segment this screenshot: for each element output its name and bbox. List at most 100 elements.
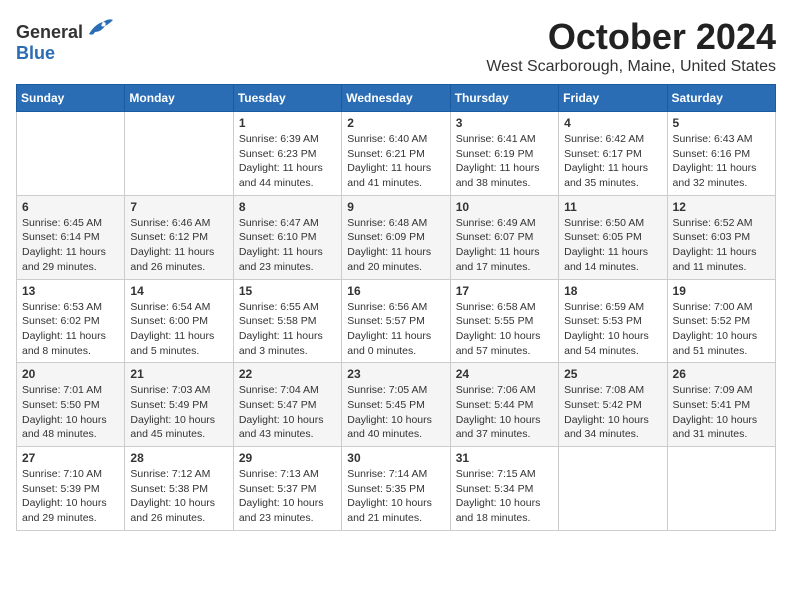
title-area: October 2024 West Scarborough, Maine, Un… (486, 16, 776, 76)
calendar-cell: 22 Sunrise: 7:04 AM Sunset: 5:47 PM Dayli… (233, 363, 341, 447)
calendar-cell: 30 Sunrise: 7:14 AM Sunset: 5:35 PM Dayli… (342, 447, 450, 531)
calendar-cell: 20 Sunrise: 7:01 AM Sunset: 5:50 PM Dayli… (17, 363, 125, 447)
day-info: Sunrise: 6:50 AM Sunset: 6:05 PM Dayligh… (564, 216, 661, 275)
day-number: 15 (239, 284, 336, 298)
day-number: 9 (347, 200, 444, 214)
calendar-cell: 7 Sunrise: 6:46 AM Sunset: 6:12 PM Daylig… (125, 195, 233, 279)
day-info: Sunrise: 7:04 AM Sunset: 5:47 PM Dayligh… (239, 383, 336, 442)
calendar-cell (125, 112, 233, 196)
day-number: 6 (22, 200, 119, 214)
calendar-cell: 15 Sunrise: 6:55 AM Sunset: 5:58 PM Dayli… (233, 279, 341, 363)
day-number: 1 (239, 116, 336, 130)
day-number: 12 (673, 200, 770, 214)
logo-blue: Blue (16, 43, 55, 63)
day-info: Sunrise: 6:56 AM Sunset: 5:57 PM Dayligh… (347, 300, 444, 359)
calendar-week-row: 6 Sunrise: 6:45 AM Sunset: 6:14 PM Daylig… (17, 195, 776, 279)
calendar-cell: 25 Sunrise: 7:08 AM Sunset: 5:42 PM Dayli… (559, 363, 667, 447)
day-info: Sunrise: 7:10 AM Sunset: 5:39 PM Dayligh… (22, 467, 119, 526)
calendar-cell: 17 Sunrise: 6:58 AM Sunset: 5:55 PM Dayli… (450, 279, 558, 363)
day-info: Sunrise: 6:42 AM Sunset: 6:17 PM Dayligh… (564, 132, 661, 191)
calendar-cell: 11Sunrise: 6:50 AM Sunset: 6:05 PM Dayli… (559, 195, 667, 279)
day-info: Sunrise: 6:41 AM Sunset: 6:19 PM Dayligh… (456, 132, 553, 191)
day-info: Sunrise: 6:53 AM Sunset: 6:02 PM Dayligh… (22, 300, 119, 359)
day-info: Sunrise: 7:05 AM Sunset: 5:45 PM Dayligh… (347, 383, 444, 442)
calendar-week-row: 1 Sunrise: 6:39 AM Sunset: 6:23 PM Daylig… (17, 112, 776, 196)
day-header-friday: Friday (559, 85, 667, 112)
calendar-cell: 10Sunrise: 6:49 AM Sunset: 6:07 PM Dayli… (450, 195, 558, 279)
calendar-cell (559, 447, 667, 531)
day-info: Sunrise: 6:52 AM Sunset: 6:03 PM Dayligh… (673, 216, 770, 275)
day-info: Sunrise: 7:00 AM Sunset: 5:52 PM Dayligh… (673, 300, 770, 359)
calendar-cell: 12 Sunrise: 6:52 AM Sunset: 6:03 PM Dayli… (667, 195, 775, 279)
day-number: 4 (564, 116, 661, 130)
day-number: 29 (239, 451, 336, 465)
calendar-cell: 1 Sunrise: 6:39 AM Sunset: 6:23 PM Daylig… (233, 112, 341, 196)
month-title: October 2024 (486, 16, 776, 58)
logo-general: General (16, 22, 83, 42)
day-info: Sunrise: 6:54 AM Sunset: 6:00 PM Dayligh… (130, 300, 227, 359)
day-info: Sunrise: 7:06 AM Sunset: 5:44 PM Dayligh… (456, 383, 553, 442)
day-number: 19 (673, 284, 770, 298)
day-number: 24 (456, 367, 553, 381)
day-info: Sunrise: 6:39 AM Sunset: 6:23 PM Dayligh… (239, 132, 336, 191)
day-info: Sunrise: 7:09 AM Sunset: 5:41 PM Dayligh… (673, 383, 770, 442)
day-number: 28 (130, 451, 227, 465)
day-header-wednesday: Wednesday (342, 85, 450, 112)
calendar-cell: 26 Sunrise: 7:09 AM Sunset: 5:41 PM Dayli… (667, 363, 775, 447)
day-info: Sunrise: 6:49 AM Sunset: 6:07 PM Dayligh… (456, 216, 553, 275)
day-number: 2 (347, 116, 444, 130)
day-info: Sunrise: 6:55 AM Sunset: 5:58 PM Dayligh… (239, 300, 336, 359)
calendar-cell: 16 Sunrise: 6:56 AM Sunset: 5:57 PM Dayli… (342, 279, 450, 363)
calendar-week-row: 20 Sunrise: 7:01 AM Sunset: 5:50 PM Dayli… (17, 363, 776, 447)
calendar-cell: 4 Sunrise: 6:42 AM Sunset: 6:17 PM Daylig… (559, 112, 667, 196)
day-number: 14 (130, 284, 227, 298)
calendar-cell: 18Sunrise: 6:59 AM Sunset: 5:53 PM Dayli… (559, 279, 667, 363)
day-number: 8 (239, 200, 336, 214)
calendar-cell: 29 Sunrise: 7:13 AM Sunset: 5:37 PM Dayli… (233, 447, 341, 531)
day-info: Sunrise: 6:43 AM Sunset: 6:16 PM Dayligh… (673, 132, 770, 191)
day-info: Sunrise: 6:46 AM Sunset: 6:12 PM Dayligh… (130, 216, 227, 275)
day-info: Sunrise: 7:15 AM Sunset: 5:34 PM Dayligh… (456, 467, 553, 526)
day-number: 21 (130, 367, 227, 381)
day-info: Sunrise: 7:08 AM Sunset: 5:42 PM Dayligh… (564, 383, 661, 442)
calendar-week-row: 27 Sunrise: 7:10 AM Sunset: 5:39 PM Dayli… (17, 447, 776, 531)
day-number: 16 (347, 284, 444, 298)
day-number: 22 (239, 367, 336, 381)
day-number: 27 (22, 451, 119, 465)
calendar-cell: 19 Sunrise: 7:00 AM Sunset: 5:52 PM Dayli… (667, 279, 775, 363)
day-info: Sunrise: 7:01 AM Sunset: 5:50 PM Dayligh… (22, 383, 119, 442)
day-info: Sunrise: 6:45 AM Sunset: 6:14 PM Dayligh… (22, 216, 119, 275)
logo-bird-icon (85, 16, 113, 38)
calendar-cell: 3Sunrise: 6:41 AM Sunset: 6:19 PM Daylig… (450, 112, 558, 196)
day-number: 20 (22, 367, 119, 381)
day-info: Sunrise: 6:47 AM Sunset: 6:10 PM Dayligh… (239, 216, 336, 275)
header: General Blue October 2024 West Scarborou… (16, 16, 776, 76)
day-number: 7 (130, 200, 227, 214)
day-number: 23 (347, 367, 444, 381)
location-title: West Scarborough, Maine, United States (486, 58, 776, 76)
calendar-cell: 2 Sunrise: 6:40 AM Sunset: 6:21 PM Daylig… (342, 112, 450, 196)
calendar-cell: 13Sunrise: 6:53 AM Sunset: 6:02 PM Dayli… (17, 279, 125, 363)
day-header-tuesday: Tuesday (233, 85, 341, 112)
calendar-cell: 8 Sunrise: 6:47 AM Sunset: 6:10 PM Daylig… (233, 195, 341, 279)
day-number: 30 (347, 451, 444, 465)
day-number: 31 (456, 451, 553, 465)
day-number: 25 (564, 367, 661, 381)
calendar-cell: 27 Sunrise: 7:10 AM Sunset: 5:39 PM Dayli… (17, 447, 125, 531)
day-info: Sunrise: 7:03 AM Sunset: 5:49 PM Dayligh… (130, 383, 227, 442)
day-info: Sunrise: 7:14 AM Sunset: 5:35 PM Dayligh… (347, 467, 444, 526)
day-header-monday: Monday (125, 85, 233, 112)
calendar-cell: 31 Sunrise: 7:15 AM Sunset: 5:34 PM Dayli… (450, 447, 558, 531)
day-info: Sunrise: 6:58 AM Sunset: 5:55 PM Dayligh… (456, 300, 553, 359)
logo: General Blue (16, 16, 113, 64)
day-number: 26 (673, 367, 770, 381)
day-number: 17 (456, 284, 553, 298)
calendar-cell: 5Sunrise: 6:43 AM Sunset: 6:16 PM Daylig… (667, 112, 775, 196)
day-header-saturday: Saturday (667, 85, 775, 112)
day-header-sunday: Sunday (17, 85, 125, 112)
logo-text: General Blue (16, 16, 113, 64)
calendar-cell: 21 Sunrise: 7:03 AM Sunset: 5:49 PM Dayli… (125, 363, 233, 447)
calendar-cell: 9Sunrise: 6:48 AM Sunset: 6:09 PM Daylig… (342, 195, 450, 279)
day-info: Sunrise: 7:13 AM Sunset: 5:37 PM Dayligh… (239, 467, 336, 526)
day-info: Sunrise: 6:40 AM Sunset: 6:21 PM Dayligh… (347, 132, 444, 191)
